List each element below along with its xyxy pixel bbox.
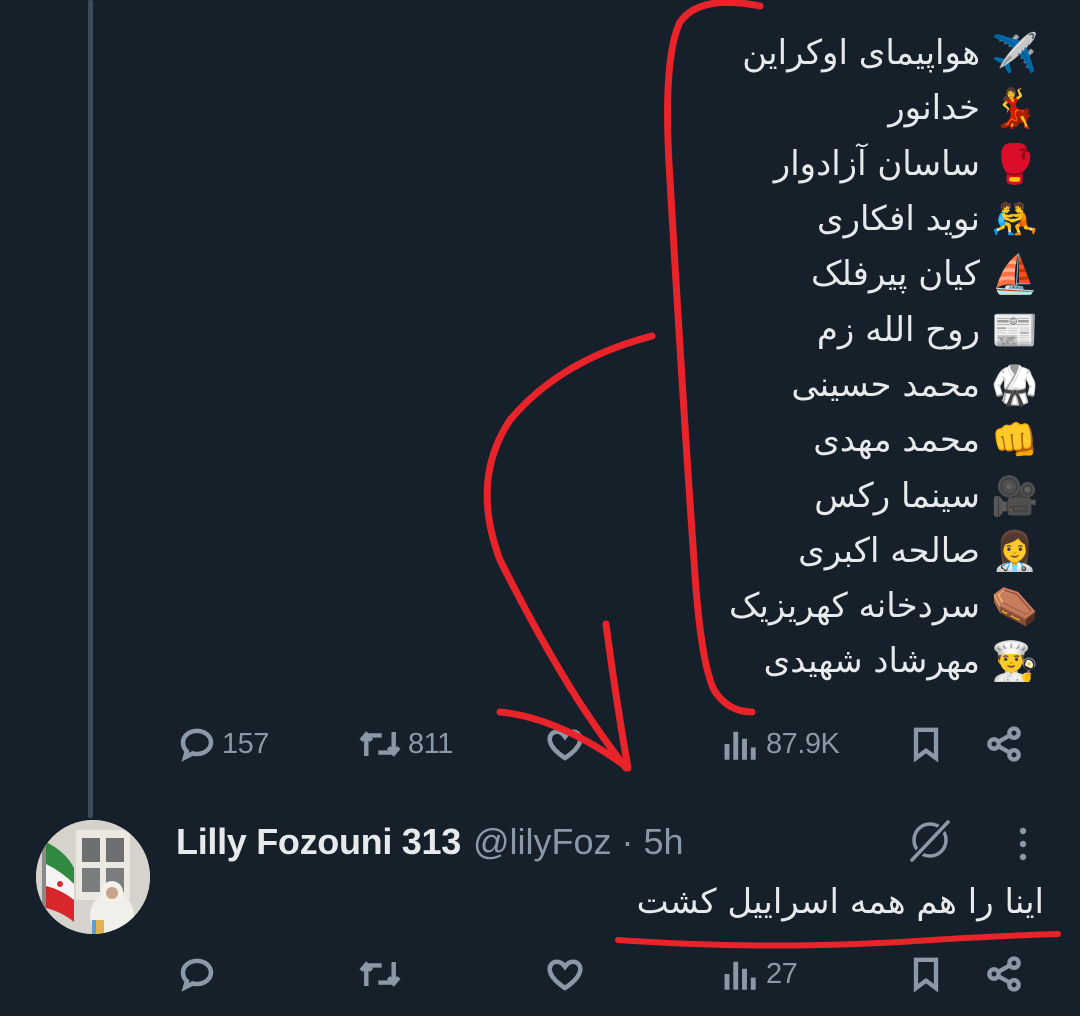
retweet-count: 811 [408,727,453,760]
share-icon [987,726,1021,762]
thread-line [88,0,93,818]
list-item-text: سینما رکس [814,475,980,516]
sailboat-icon: ⛵ [991,252,1039,297]
list-item-text: صالحه اکبری [798,530,980,571]
wrestlers-icon: 🤼 [991,197,1039,242]
movie-camera-icon: 🎥 [991,473,1039,518]
coffin-icon: ⚰️ [991,584,1039,629]
like-icon [547,729,583,761]
tweet-header: Lilly Fozouni 313 @lilyFoz · 5h [176,812,684,872]
grok-icon[interactable] [904,814,956,866]
list-item: 👨‍🍳 مهرشاد شهیدی [404,634,1044,689]
reply-count: 157 [222,727,269,760]
author-name[interactable]: Lilly Fozouni 313 [176,821,461,863]
tweet-list: ✈️ هواپیمای اوکراین 💃 خدانور 🥊 ساسان آزادوا… [404,26,1044,690]
tweet-text: اینا را هم همه اسراییل کشت [636,882,1044,922]
list-item-text: خدانور [888,88,980,129]
list-item-text: مهرشاد شهیدی [763,641,980,682]
health-worker-icon: 👩‍⚕️ [991,528,1039,573]
retweet-icon [359,961,401,987]
views-button[interactable]: 87.9K [720,714,840,774]
list-item-text: محمد مهدی [813,420,980,461]
list-item-text: کیان پیرفلک [810,254,980,295]
list-item: 🤼 نوید افکاری [404,192,1044,247]
martial-arts-uniform-icon: 🥋 [991,362,1039,407]
dancer-icon: 💃 [991,86,1039,131]
reply-button[interactable] [176,944,222,1004]
tweet-actions: 157 811 87.9K [0,714,1080,774]
list-item-text: ساسان آزادوار [773,143,980,184]
reply-icon [180,728,214,762]
share-button[interactable] [984,714,1024,774]
cook-icon: 👨‍🍳 [991,639,1039,684]
list-item: ✈️ هواپیمای اوکراین [404,26,1044,81]
views-icon [724,731,756,760]
author-handle[interactable]: @lilyFoz · 5h [473,821,684,863]
views-count: 87.9K [766,727,840,760]
reply-tweet-actions: 27 [0,944,1080,1004]
retweet-icon [359,731,401,757]
bookmark-button[interactable] [906,944,946,1004]
bookmark-icon [913,957,939,993]
list-item: 👩‍⚕️ صالحه اکبری [404,524,1044,579]
list-item-text: روح الله زم [816,309,980,350]
list-item: 💃 خدانور [404,81,1044,136]
list-item: 🥊 ساسان آزادوار [404,137,1044,192]
retweet-button[interactable]: 811 [356,714,453,774]
views-button[interactable]: 27 [720,944,798,1004]
share-button[interactable] [984,944,1024,1004]
newspaper-icon: 📰 [991,307,1039,352]
list-item: ⚰️ سردخانه کهریزیک [404,579,1044,634]
bookmark-icon [913,727,939,763]
reply-icon [180,958,214,992]
more-icon[interactable] [1006,822,1040,866]
boxing-glove-icon: 🥊 [991,141,1039,186]
views-count: 27 [766,957,798,990]
list-item: ⛵ کیان پیرفلک [404,247,1044,302]
views-icon [724,961,756,990]
like-button[interactable] [544,944,590,1004]
reply-button[interactable]: 157 [176,714,269,774]
list-item: 👊 محمد مهدی [404,413,1044,468]
bookmark-button[interactable] [906,714,946,774]
fist-icon: 👊 [991,418,1039,463]
retweet-button[interactable] [356,944,408,1004]
like-button[interactable] [544,714,590,774]
list-item: 🥋 محمد حسینی [404,358,1044,413]
like-icon [547,959,583,991]
airplane-icon: ✈️ [991,31,1039,76]
list-item-text: نوید افکاری [816,199,980,240]
list-item-text: محمد حسینی [791,364,980,405]
list-item: 🎥 سینما رکس [404,468,1044,523]
avatar[interactable] [36,820,150,934]
share-icon [987,956,1021,992]
list-item: 📰 روح الله زم [404,302,1044,357]
list-item-text: هواپیمای اوکراین [742,33,980,74]
list-item-text: سردخانه کهریزیک [729,586,980,627]
